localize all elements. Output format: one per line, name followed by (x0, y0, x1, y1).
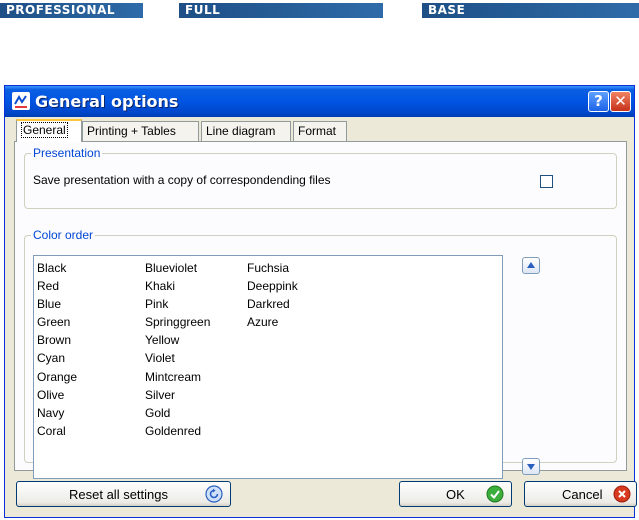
list-item[interactable]: Goldenred (145, 422, 210, 440)
close-button[interactable]: ✕ (610, 91, 631, 112)
list-item[interactable]: Red (37, 277, 77, 295)
color-order-group: Color order Black Red Blue Green Brown C… (24, 228, 617, 479)
check-icon (486, 485, 504, 503)
tab-general-label: General (21, 122, 68, 138)
tab-line-diagram[interactable]: Line diagram (201, 121, 291, 141)
color-column-1: Black Red Blue Green Brown Cyan Orange O… (37, 259, 77, 440)
save-copy-label: Save presentation with a copy of corresp… (33, 173, 331, 187)
list-item[interactable]: Black (37, 259, 77, 277)
title-bar[interactable]: General options ? ✕ (5, 86, 634, 117)
list-item[interactable]: Brown (37, 331, 77, 349)
edition-full: FULL (185, 3, 221, 17)
list-item[interactable]: Cyan (37, 349, 77, 367)
tab-format-label: Format (298, 124, 337, 138)
color-order-list[interactable]: Black Red Blue Green Brown Cyan Orange O… (33, 255, 503, 479)
list-item[interactable]: Navy (37, 404, 77, 422)
list-item[interactable]: Darkred (247, 295, 298, 313)
general-options-dialog: General options ? ✕ General Printing + T… (4, 85, 637, 518)
list-item[interactable]: Springgreen (145, 313, 210, 331)
list-item[interactable]: Fuchsia (247, 259, 298, 277)
arrow-down-icon (527, 464, 535, 470)
color-column-2: Blueviolet Khaki Pink Springgreen Yellow… (145, 259, 210, 440)
cancel-icon (613, 485, 631, 503)
edition-banner: PROFESSIONAL FULL BASE (0, 0, 639, 22)
reset-button-label: Reset all settings (69, 487, 168, 502)
list-item[interactable]: Khaki (145, 277, 210, 295)
presentation-group-title: Presentation (31, 146, 103, 160)
edition-professional: PROFESSIONAL (6, 3, 116, 17)
cancel-button-label: Cancel (562, 487, 603, 502)
list-item[interactable]: Pink (145, 295, 210, 313)
list-item[interactable]: Orange (37, 368, 77, 386)
ok-button-label: OK (446, 487, 465, 502)
move-down-button[interactable] (522, 458, 540, 475)
list-item[interactable]: Olive (37, 386, 77, 404)
window-title: General options (35, 92, 179, 111)
reset-all-settings-button[interactable]: Reset all settings (16, 481, 231, 507)
tab-line-diagram-label: Line diagram (206, 124, 276, 138)
save-copy-checkbox[interactable] (540, 175, 553, 188)
tab-general[interactable]: General (16, 119, 82, 142)
list-item[interactable]: Gold (145, 404, 210, 422)
move-up-button[interactable] (522, 257, 540, 274)
app-icon (12, 92, 30, 110)
cancel-button[interactable]: Cancel (524, 481, 637, 507)
ok-button[interactable]: OK (399, 481, 512, 507)
list-item[interactable]: Deeppink (247, 277, 298, 295)
list-item[interactable]: Azure (247, 313, 298, 331)
color-column-3: Fuchsia Deeppink Darkred Azure (247, 259, 298, 331)
list-item[interactable]: Yellow (145, 331, 210, 349)
list-item[interactable]: Green (37, 313, 77, 331)
list-item[interactable]: Silver (145, 386, 210, 404)
list-item[interactable]: Mintcream (145, 368, 210, 386)
list-item[interactable]: Blueviolet (145, 259, 210, 277)
tab-format[interactable]: Format (293, 121, 347, 141)
list-item[interactable]: Blue (37, 295, 77, 313)
tab-printing-tables[interactable]: Printing + Tables (82, 121, 199, 141)
general-tab-panel: Presentation Save presentation with a co… (14, 141, 627, 479)
arrow-up-icon (527, 262, 535, 268)
tab-printing-tables-label: Printing + Tables (87, 124, 176, 138)
reset-icon (205, 485, 223, 503)
color-order-group-title: Color order (31, 228, 96, 242)
list-item[interactable]: Violet (145, 349, 210, 367)
edition-base: BASE (428, 3, 466, 17)
help-button[interactable]: ? (588, 91, 609, 112)
list-item[interactable]: Coral (37, 422, 77, 440)
presentation-group: Presentation Save presentation with a co… (24, 146, 617, 209)
